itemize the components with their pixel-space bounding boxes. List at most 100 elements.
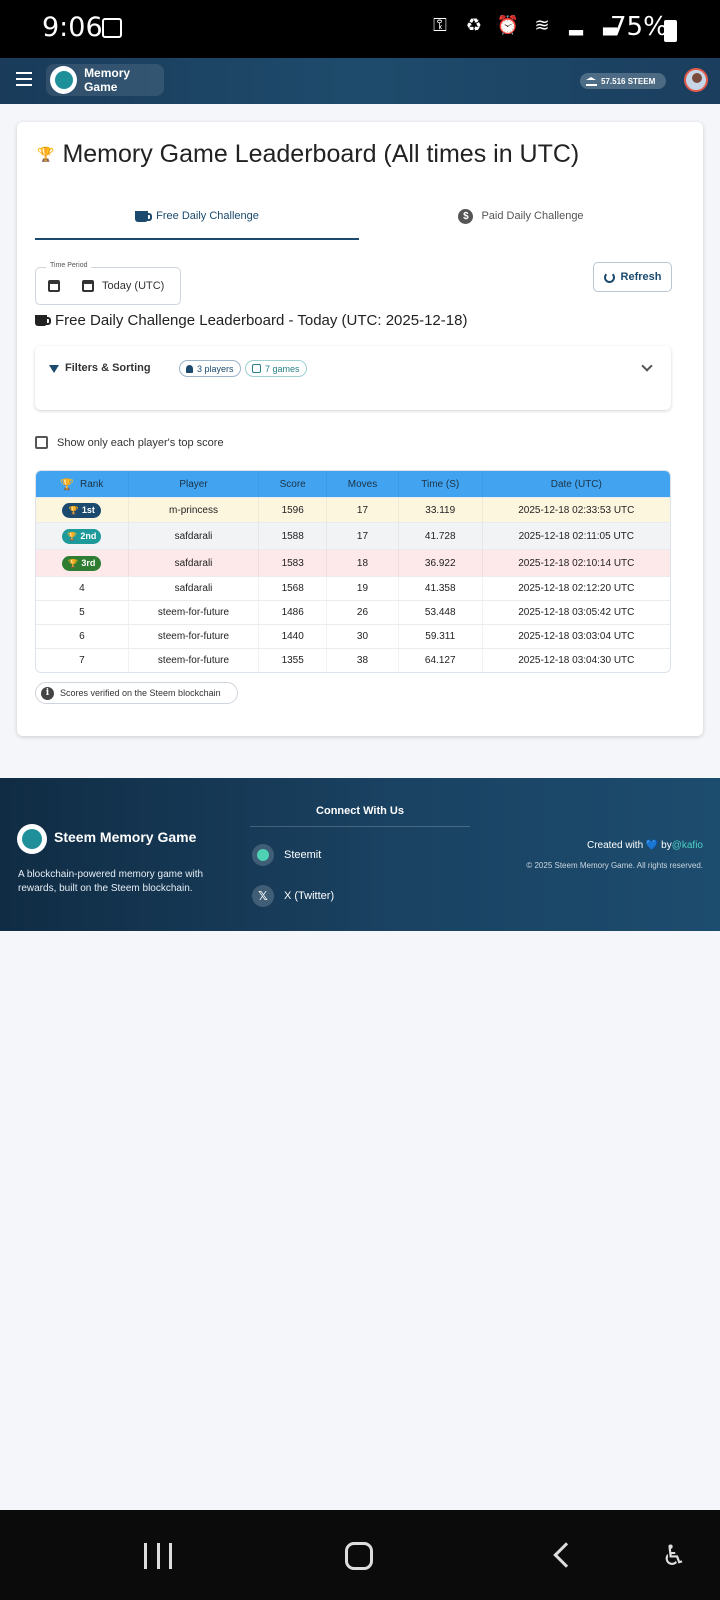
date-cell: 2025-12-18 02:10:14 UTC: [518, 557, 635, 569]
column-header-moves[interactable]: Moves: [327, 471, 399, 497]
footer-description: A blockchain-powered memory game with re…: [18, 869, 204, 894]
menu-icon[interactable]: [16, 72, 32, 86]
trophy-icon: 🏆: [68, 505, 79, 515]
time-cell: 59.311: [399, 625, 483, 648]
calendar-icon-2: [82, 280, 94, 292]
player-cell: safdarali: [129, 523, 260, 549]
rank-badge-silver: 🏆 2nd: [62, 528, 102, 544]
twitter-link-label: X (Twitter): [284, 890, 335, 902]
footer-name: Steem Memory Game: [54, 829, 197, 845]
column-header-date[interactable]: Date (UTC): [483, 471, 670, 497]
recents-icon[interactable]: [144, 1543, 172, 1569]
time-cell: 33.119: [399, 498, 483, 522]
table-header: 🏆 Rank Player Score Moves Time (S) Date …: [36, 471, 670, 497]
tab-free-daily-challenge[interactable]: Free Daily Challenge: [35, 194, 359, 238]
heart-icon: 💙: [645, 840, 659, 851]
table-row: 7 steem-for-future 1355 38 64.127 2025-1…: [36, 648, 670, 672]
app-header: Memory Game 57.516 STEEM: [0, 58, 720, 104]
filters-label: Filters & Sorting: [65, 362, 151, 374]
filter-icon: [49, 365, 59, 373]
time-period-select[interactable]: Time Period Today (UTC): [35, 262, 181, 305]
games-chip-label: 7 games: [265, 363, 300, 374]
games-chip: 7 games: [245, 360, 307, 377]
moves-cell: 38: [327, 649, 399, 672]
date-cell: 2025-12-18 03:03:04 UTC: [518, 631, 635, 642]
table-row: 4 safdarali 1568 19 41.358 2025-12-18 02…: [36, 576, 670, 600]
coffee-icon: [135, 210, 153, 222]
chevron-down-icon[interactable]: [641, 360, 653, 372]
status-icons: ⚿ ♻ ⏰ ≋ ▂ ▃: [428, 14, 622, 38]
trophy-icon: 🏆: [37, 146, 55, 163]
player-cell: steem-for-future: [129, 601, 260, 624]
trophy-icon: 🏆: [68, 558, 79, 568]
created-by: by: [661, 840, 672, 851]
table-row: 6 steem-for-future 1440 30 59.311 2025-1…: [36, 624, 670, 648]
column-header-rank[interactable]: 🏆 Rank: [36, 471, 129, 497]
score-cell: 1440: [259, 625, 328, 648]
refresh-icon: [603, 271, 615, 283]
author-link[interactable]: @kafio: [672, 840, 703, 851]
footer-divider: [250, 826, 470, 827]
brain-logo-icon: [50, 66, 78, 94]
time-period-value: Today (UTC): [102, 280, 165, 292]
person-icon: [186, 364, 193, 373]
top-score-toggle[interactable]: Show only each player's top score: [35, 436, 224, 449]
system-nav-bar: ♿: [0, 1510, 720, 1600]
rank-cell: 4: [36, 577, 129, 600]
verified-note: i Scores verified on the Steem blockchai…: [35, 682, 238, 704]
x-twitter-icon: 𝕏: [252, 885, 274, 907]
time-cell: 36.922: [399, 550, 483, 576]
column-header-time[interactable]: Time (S): [399, 471, 483, 497]
footer: Steem Memory Game A blockchain-powered m…: [0, 778, 720, 931]
wallet-balance[interactable]: 57.516 STEEM: [580, 73, 666, 89]
rank-cell: 🏆 1st: [36, 498, 129, 522]
steemit-icon: [252, 844, 274, 866]
moves-cell: 17: [327, 523, 399, 549]
section-title: Free Daily Challenge Leaderboard - Today…: [35, 312, 467, 329]
gallery-icon: [102, 18, 122, 38]
rank-badge-bronze: 🏆 3rd: [62, 555, 102, 571]
leaderboard-table: 🏆 Rank Player Score Moves Time (S) Date …: [35, 470, 671, 673]
score-cell: 1568: [259, 577, 328, 600]
rank-cell: 6: [36, 625, 129, 648]
connect-title: Connect With Us: [316, 805, 404, 817]
table-row: 🏆 1st m-princess 1596 17 33.119 2025-12-1…: [36, 497, 670, 522]
top-score-label: Show only each player's top score: [57, 436, 224, 449]
date-cell: 2025-12-18 02:33:53 UTC: [518, 504, 635, 516]
time-cell: 53.448: [399, 601, 483, 624]
moves-cell: 19: [327, 577, 399, 600]
signal-icon: ▂: [569, 15, 583, 36]
trophy-icon: 🏆: [67, 531, 78, 541]
home-icon[interactable]: [345, 1542, 373, 1570]
key-icon: ⚿: [433, 15, 447, 36]
tab-paid-daily-challenge[interactable]: $ Paid Daily Challenge: [359, 194, 683, 238]
table-row: 🏆 3rd safdarali 1583 18 36.922 2025-12-18…: [36, 549, 670, 576]
column-header-player[interactable]: Player: [129, 471, 260, 497]
copyright: © 2025 Steem Memory Game. All rights res…: [526, 861, 703, 870]
steemit-link[interactable]: Steemit: [252, 844, 321, 866]
time-cell: 41.358: [399, 577, 483, 600]
score-cell: 1588: [259, 523, 328, 549]
battery-icon: [664, 20, 677, 42]
avatar[interactable]: [684, 68, 708, 92]
player-cell: safdarali: [129, 550, 260, 576]
column-header-score[interactable]: Score: [259, 471, 328, 497]
moves-cell: 18: [327, 550, 399, 576]
alarm-icon: ⏰: [496, 15, 520, 36]
created-prefix: Created with: [587, 840, 644, 851]
brand-name: Memory Game: [84, 66, 131, 94]
top-score-checkbox[interactable]: [35, 436, 48, 449]
refresh-button[interactable]: Refresh: [593, 262, 672, 292]
twitter-link[interactable]: 𝕏 X (Twitter): [252, 885, 334, 907]
filters-panel[interactable]: Filters & Sorting 3 players 7 games: [35, 346, 671, 410]
players-chip-label: 3 players: [197, 363, 234, 374]
brand-button[interactable]: Memory Game: [46, 64, 164, 96]
table-row: 🏆 2nd safdarali 1588 17 41.728 2025-12-18…: [36, 522, 670, 549]
moves-cell: 30: [327, 625, 399, 648]
time-cell: 41.728: [399, 523, 483, 549]
players-chip: 3 players: [179, 360, 241, 377]
dollar-icon: $: [458, 208, 474, 224]
accessibility-icon[interactable]: ♿: [660, 1540, 688, 1572]
back-icon[interactable]: [553, 1542, 579, 1568]
wallet-amount: 57.516 STEEM: [601, 76, 656, 86]
